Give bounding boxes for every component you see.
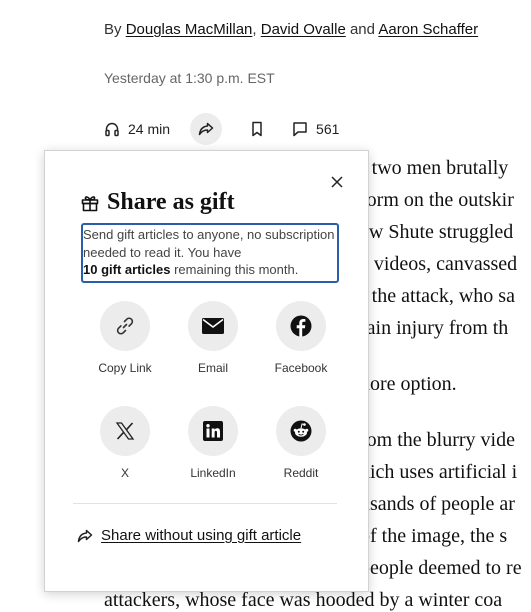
article-text-line: r two men brutally xyxy=(360,157,509,179)
facebook-label: Facebook xyxy=(274,361,328,375)
share-without-gift-link[interactable]: Share without using gift article xyxy=(77,527,301,544)
article-text-line: people deemed to re xyxy=(360,557,522,579)
reddit-button[interactable] xyxy=(276,406,326,456)
popover-title-text: Share as gift xyxy=(107,189,235,215)
article-text-line: of the image, the s xyxy=(360,525,508,547)
article-text-line: form on the outskir xyxy=(360,189,514,211)
email-button[interactable] xyxy=(188,301,238,351)
article-text-line: hich uses artificial i xyxy=(360,461,518,483)
x-icon xyxy=(115,422,135,440)
gift-info-body: Send gift articles to anyone, no subscri… xyxy=(83,227,335,260)
copy-link-option[interactable]: Copy Link xyxy=(81,301,169,375)
x-button[interactable] xyxy=(100,406,150,456)
reddit-icon xyxy=(290,420,312,442)
article-text-line: rain injury from th xyxy=(360,317,509,339)
article-text-line: attackers, whose face was hooded by a wi… xyxy=(104,589,503,611)
popover-title: Share as gift xyxy=(81,189,235,216)
facebook-icon xyxy=(290,315,312,337)
copy-link-label: Copy Link xyxy=(98,361,152,375)
article-text-line: nore option. xyxy=(360,373,457,395)
email-icon xyxy=(202,318,224,334)
email-option[interactable]: Email xyxy=(169,301,257,375)
article-text-line: rom the blurry vide xyxy=(360,429,515,451)
article-text-line: ew Shute struggled xyxy=(360,221,514,243)
close-icon xyxy=(331,176,343,188)
x-option[interactable]: X xyxy=(81,406,169,480)
facebook-option[interactable]: Facebook xyxy=(257,301,345,375)
close-button[interactable] xyxy=(328,173,346,191)
share-icon xyxy=(77,529,93,542)
divider xyxy=(73,503,337,504)
share-gift-popover: Share as gift Send gift articles to anyo… xyxy=(44,150,369,592)
link-icon xyxy=(116,317,134,335)
copy-link-button[interactable] xyxy=(100,301,150,351)
linkedin-button[interactable] xyxy=(188,406,238,456)
gift-info-text: Send gift articles to anyone, no subscri… xyxy=(81,223,339,283)
share-without-gift-label[interactable]: Share without using gift article xyxy=(101,527,301,544)
reddit-label: Reddit xyxy=(283,466,319,480)
linkedin-icon xyxy=(203,421,223,441)
gift-info-suffix: remaining this month. xyxy=(174,262,299,277)
reddit-option[interactable]: Reddit xyxy=(257,406,345,480)
facebook-button[interactable] xyxy=(276,301,326,351)
gift-count: 10 gift articles xyxy=(83,262,171,277)
email-label: Email xyxy=(197,361,228,375)
linkedin-label: LinkedIn xyxy=(190,466,236,480)
article-text-line: usands of people ar xyxy=(360,493,515,515)
x-label: X xyxy=(120,466,129,480)
gift-icon xyxy=(81,195,99,211)
article-text-line: f the attack, who sa xyxy=(360,285,515,307)
linkedin-option[interactable]: LinkedIn xyxy=(169,406,257,480)
article-text-line: e videos, canvassed xyxy=(360,253,518,275)
